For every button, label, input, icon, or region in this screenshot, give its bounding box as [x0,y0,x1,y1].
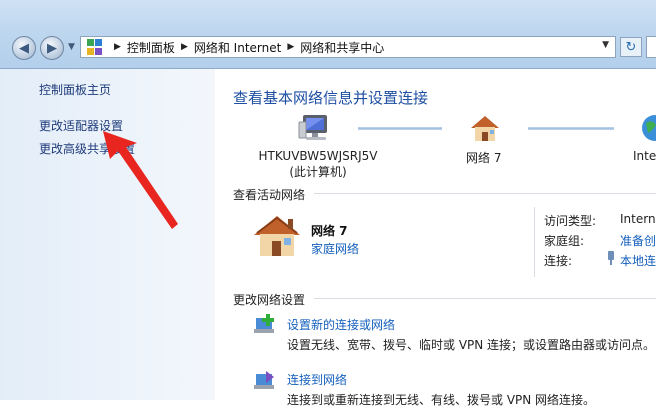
back-arrow-icon: ◀ [19,40,29,56]
back-button[interactable]: ◀ [12,36,36,60]
forward-button[interactable]: ▶ [40,36,64,60]
computer-sub-label: (此计算机) [289,165,347,179]
refresh-button[interactable]: ↻ [620,37,642,57]
breadcrumb-network-internet[interactable]: 网络和 Internet [194,39,281,56]
internet-globe-icon [642,115,656,141]
search-input[interactable] [646,36,656,58]
homegroup-label: 家庭组: [544,234,585,248]
access-type-value: Interne [620,212,656,226]
title-bar [0,0,656,69]
active-networks-heading: 查看活动网络 [233,188,306,202]
home-network-icon [471,116,499,141]
network-type-link[interactable]: 家庭网络 [311,240,359,257]
connections-label: 连接: [544,254,573,268]
access-type-label: 访问类型: [544,214,597,228]
network-connector-line [358,127,442,130]
new-connection-icon [254,314,274,333]
sidebar-item-change-advanced-sharing[interactable]: 更改高级共享设置 [39,140,135,157]
address-dropdown-icon[interactable]: ▼ [602,40,609,50]
network-name-label: 网络 7 [466,151,502,165]
breadcrumb-separator-icon[interactable]: ▶ [287,42,294,52]
forward-arrow-icon: ▶ [47,40,57,56]
computer-icon [298,115,327,140]
divider [314,193,656,194]
connect-to-network-link[interactable]: 连接到网络 [287,371,347,388]
homegroup-link[interactable]: 准备创 [620,232,656,249]
control-panel-icon [87,39,103,55]
home-network-large-icon [254,216,300,256]
breadcrumb-separator-icon[interactable]: ▶ [181,42,188,52]
recent-pages-dropdown-icon[interactable]: ▼ [68,42,75,52]
internet-label[interactable]: Inte [633,149,656,163]
breadcrumb-control-panel[interactable]: 控制面板 [127,39,175,56]
active-network-name: 网络 7 [311,224,348,238]
change-settings-heading: 更改网络设置 [233,293,306,307]
address-bar[interactable]: ▶ 控制面板 ▶ 网络和 Internet ▶ 网络和共享中心 ▼ [80,36,616,58]
divider [314,298,656,299]
breadcrumb: ▶ 控制面板 ▶ 网络和 Internet ▶ 网络和共享中心 [108,39,384,56]
setup-new-connection-description: 设置无线、宽带、拨号、临时或 VPN 连接；或设置路由器或访问点。 [287,338,656,352]
divider [534,207,535,277]
breadcrumb-network-sharing-center[interactable]: 网络和共享中心 [300,39,384,56]
setup-new-connection-link[interactable]: 设置新的连接或网络 [287,316,395,333]
internet-connector-line [528,127,614,130]
sidebar-item-change-adapter-settings[interactable]: 更改适配器设置 [39,117,123,134]
page-title: 查看基本网络信息并设置连接 [233,89,429,107]
ethernet-connection-icon [608,251,614,265]
refresh-icon: ↻ [625,39,637,55]
sidebar-item-control-panel-home[interactable]: 控制面板主页 [39,81,111,98]
local-connection-link[interactable]: 本地连 [620,252,656,269]
connect-to-network-icon [254,371,274,389]
breadcrumb-separator-icon[interactable]: ▶ [114,42,121,52]
computer-name-label: HTKUVBW5WJSRJ5V [258,149,378,163]
